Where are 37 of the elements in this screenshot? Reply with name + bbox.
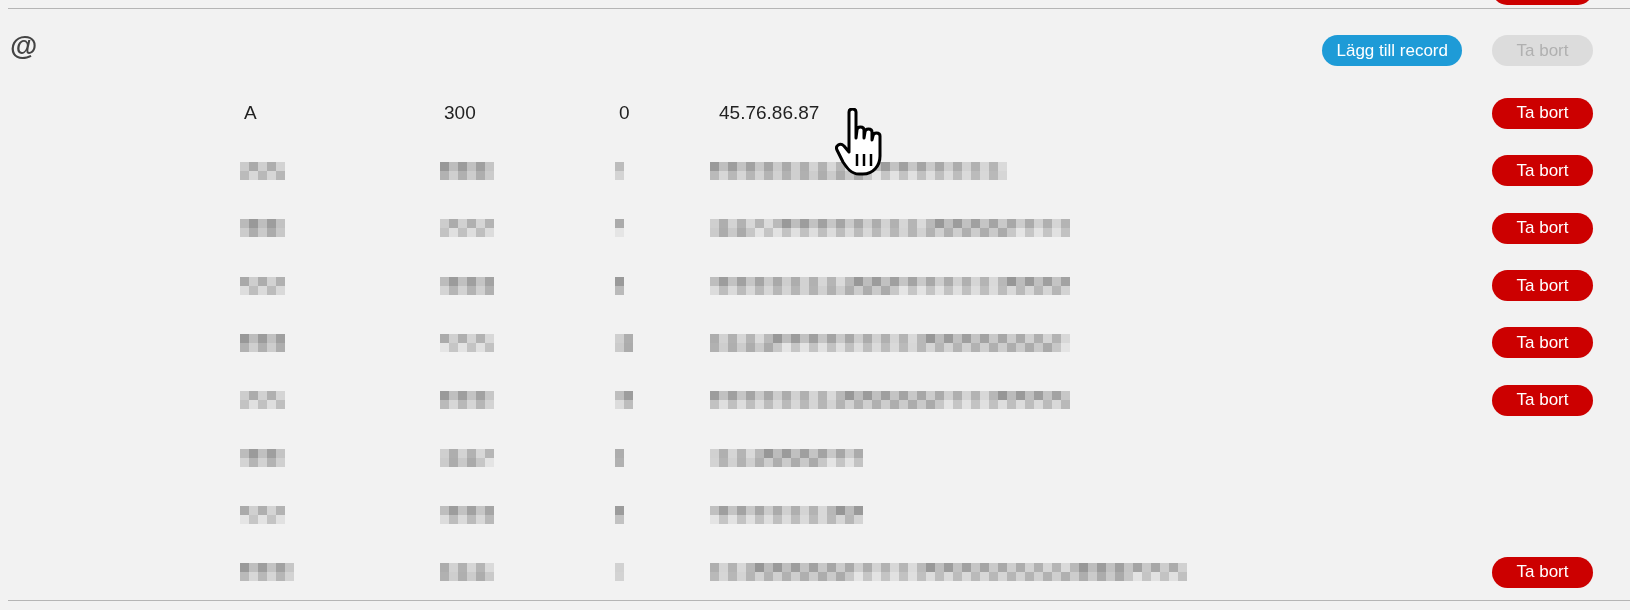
redacted-text [240, 219, 285, 238]
redacted-text [615, 506, 624, 524]
record-ttl: 300 [444, 102, 477, 125]
redacted-text [615, 333, 633, 352]
redacted-text [440, 391, 494, 410]
redacted-text [440, 219, 494, 238]
redacted-text [440, 333, 494, 352]
add-record-button[interactable]: Lägg till record [1322, 35, 1462, 66]
redacted-text [240, 563, 294, 582]
redacted-text [440, 506, 494, 524]
delete-button[interactable]: Ta bort [1492, 327, 1593, 359]
redacted-text [615, 563, 624, 582]
redacted-text [615, 276, 624, 295]
redacted-text [240, 448, 285, 467]
redacted-text [240, 333, 285, 352]
redacted-text [240, 506, 285, 524]
delete-button[interactable]: Ta bort [1492, 270, 1593, 301]
redacted-text [240, 276, 285, 295]
redacted-text [440, 276, 494, 295]
redacted-text [615, 161, 624, 180]
delete-button[interactable]: Ta bort [1492, 212, 1593, 244]
zone-name: @ [10, 31, 38, 61]
redacted-text [440, 448, 494, 467]
delete-button[interactable]: Ta bort [1492, 384, 1593, 416]
delete-button[interactable]: Ta bort [1492, 556, 1593, 588]
redacted-text [240, 161, 285, 180]
record-priority: 0 [619, 102, 631, 125]
redacted-text [440, 563, 494, 582]
record-value: 45.76.86.87 [719, 102, 821, 125]
redacted-text [240, 391, 285, 410]
redacted-text [440, 161, 494, 180]
redacted-text [615, 448, 624, 467]
redacted-text [615, 219, 624, 238]
delete-button[interactable]: Ta bort [1492, 155, 1593, 187]
delete-button[interactable]: Ta bort [1492, 97, 1593, 129]
redacted-text [615, 391, 633, 410]
record-type: A [244, 102, 258, 125]
